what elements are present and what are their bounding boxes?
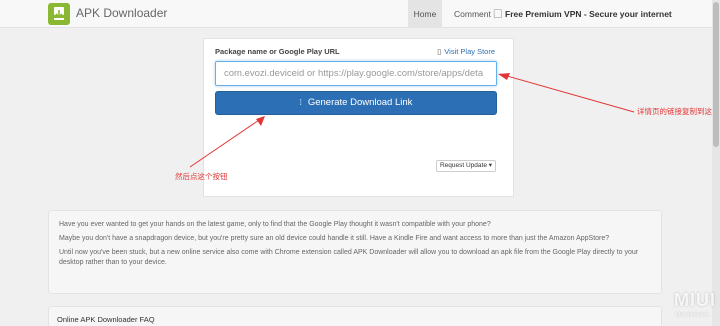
download-panel: Package name or Google Play URL ▯ Visit P…: [203, 38, 514, 197]
info-paragraph-3: Until now you've been stuck, but a new o…: [59, 249, 639, 266]
generate-button-label: Generate Download Link: [307, 97, 413, 108]
nav-comment[interactable]: Comment: [446, 0, 499, 28]
brand-name[interactable]: APK Downloader: [76, 6, 167, 20]
annotation-copy-link: 详情页的链接复制到这: [637, 107, 712, 116]
miui-watermark: MIUI: [674, 290, 716, 310]
info-paragraph-1: Have you ever wanted to get your hands o…: [59, 221, 491, 228]
info-paragraph-2: Maybe you don't have a snapdragon device…: [59, 235, 610, 242]
faq-title: Online APK Downloader FAQ: [57, 315, 155, 324]
package-url-input[interactable]: [215, 61, 497, 86]
generate-download-link-button[interactable]: ⁞ Generate Download Link: [215, 91, 497, 115]
download-icon: ⁞: [299, 98, 302, 107]
top-navbar: APK Downloader Home Comment ⃞Free Premiu…: [0, 0, 712, 28]
vertical-scrollbar[interactable]: [712, 0, 720, 326]
nav-home[interactable]: Home: [408, 0, 442, 28]
request-update-dropdown[interactable]: Request Update ▾: [436, 160, 496, 172]
miui-watermark-sub: bbs.miui.com: [676, 312, 709, 318]
scrollbar-thumb[interactable]: [713, 2, 719, 147]
annotation-click-button: 然后点这个按钮: [175, 172, 228, 181]
nav-vpn-label: Free Premium VPN - Secure your internet: [505, 9, 672, 19]
package-label: Package name or Google Play URL: [215, 47, 340, 56]
info-box: Have you ever wanted to get your hands o…: [48, 210, 662, 294]
android-logo-icon[interactable]: [48, 3, 70, 25]
play-link-label: Visit Play Store: [444, 47, 495, 56]
nav-vpn[interactable]: ⃞Free Premium VPN - Secure your internet: [494, 0, 680, 28]
faq-section: Online APK Downloader FAQ: [48, 306, 662, 326]
arrow-to-input: [499, 73, 635, 113]
visit-play-store-link[interactable]: ▯ Visit Play Store: [437, 47, 495, 56]
external-link-icon: ▯: [437, 47, 442, 56]
